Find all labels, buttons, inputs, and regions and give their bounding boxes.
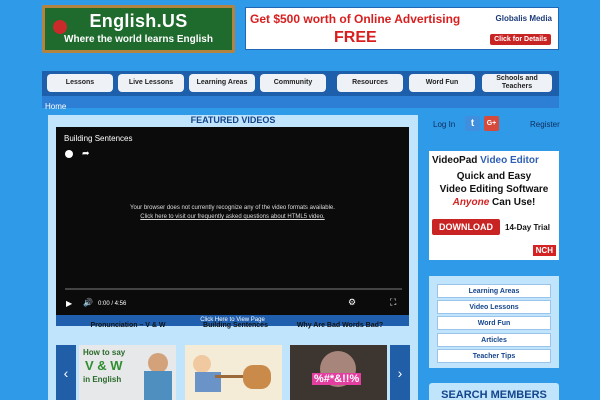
videopad-ad[interactable]: VideoPad Video Editor Quick and Easy Vid… [429, 151, 559, 260]
sidebar-item-articles[interactable]: Articles [437, 333, 551, 347]
logo-title: English.US [89, 11, 188, 31]
ad-anyone: Anyone [452, 197, 490, 208]
rope-icon [215, 375, 245, 378]
video-time: 0:00 / 4:56 [98, 301, 127, 307]
presenter-body [144, 371, 172, 400]
sidebar-item-teacher-tips[interactable]: Teacher Tips [437, 349, 551, 363]
share-icon[interactable]: ➦ [82, 148, 90, 159]
ad-download-button[interactable]: DOWNLOAD [432, 219, 500, 235]
next-arrow-icon[interactable]: › [390, 345, 410, 400]
main-nav: Lessons Live Lessons Learning Areas Comm… [42, 71, 559, 96]
banner-cta-button[interactable]: Click for Details [490, 34, 551, 45]
featured-heading: FEATURED VIDEOS [190, 115, 276, 125]
apple-icon [53, 20, 67, 34]
video-thumb-building-sentences[interactable] [185, 345, 282, 400]
video-faq-link[interactable]: Click here to visit our frequently asked… [56, 214, 409, 220]
nch-logo: NCH [532, 245, 556, 256]
nav-learning-areas[interactable]: Learning Areas [189, 74, 255, 92]
video-label-pronunciation[interactable]: Pronunciation – V & W [88, 322, 168, 329]
play-icon[interactable]: ▶ [66, 299, 72, 308]
censored-text: %#*&!!% [312, 373, 362, 385]
banner-free: FREE [334, 29, 377, 46]
banner-brand: Globalis Media [495, 14, 552, 23]
sidebar-item-word-fun[interactable]: Word Fun [437, 316, 551, 330]
breadcrumb-home[interactable]: Home [45, 102, 66, 111]
prev-arrow-icon[interactable]: ‹ [56, 345, 76, 400]
ad-product: Video Editor [480, 155, 539, 166]
sidebar-item-video-lessons[interactable]: Video Lessons [437, 300, 551, 314]
login-link[interactable]: Log In [433, 120, 455, 129]
ad-banner[interactable]: Get $500 worth of Online Advertising FRE… [245, 7, 559, 50]
thumb-text-line2: V & W [85, 358, 123, 373]
nav-schools-teachers[interactable]: Schools and Teachers [482, 74, 552, 92]
ad-can-use: Can Use! [492, 197, 536, 208]
ad-line3: Anyone Can Use! [429, 197, 559, 208]
fullscreen-icon[interactable]: ⛶ [390, 297, 396, 308]
sidebar-menu: Learning Areas Video Lessons Word Fun Ar… [429, 276, 559, 368]
ad-trial: 14-Day Trial [505, 223, 550, 232]
nav-lessons[interactable]: Lessons [47, 74, 113, 92]
twitter-icon[interactable]: t [465, 116, 480, 131]
video-label-building-sentences[interactable]: Building Sentences [188, 322, 283, 329]
video-thumb-pronunciation[interactable]: How to say V & W in English [79, 345, 176, 400]
logo-tagline: Where the world learns English [64, 34, 213, 45]
featured-videos-panel: FEATURED VIDEOS Building Sentences ➦ You… [48, 115, 418, 400]
thumb-text-line3: in English [83, 375, 122, 384]
cartoon-dog-icon [243, 365, 271, 389]
ad-title: VideoPad Video Editor [432, 155, 539, 166]
clock-icon[interactable] [65, 150, 73, 158]
register-link[interactable]: Register [530, 120, 560, 129]
search-members-heading: SEARCH MEMBERS [429, 383, 559, 400]
volume-icon[interactable]: 🔊 [83, 298, 93, 307]
ad-line2: Video Editing Software [439, 184, 549, 195]
nav-resources[interactable]: Resources [337, 74, 403, 92]
nav-community[interactable]: Community [260, 74, 326, 92]
presenter-figure [148, 353, 168, 373]
google-plus-icon[interactable]: G+ [484, 116, 499, 131]
video-error-message: Your browser does not currently recogniz… [130, 205, 335, 211]
nav-word-fun[interactable]: Word Fun [409, 74, 475, 92]
gear-icon[interactable]: ⚙ [348, 297, 356, 308]
progress-bar[interactable] [65, 288, 402, 290]
site-logo[interactable]: English.US Where the world learns Englis… [42, 5, 235, 53]
cartoon-man-icon [193, 355, 211, 373]
video-player[interactable]: Building Sentences ➦ Your browser does n… [56, 127, 409, 315]
nav-live-lessons[interactable]: Live Lessons [118, 74, 184, 92]
thumb-text-line1: How to say [83, 348, 126, 357]
breadcrumb: Home [42, 96, 559, 111]
ad-line1: Quick and Easy [456, 171, 532, 182]
video-thumb-bad-words[interactable]: %#*&!!% [290, 345, 387, 400]
video-title: Building Sentences [64, 134, 133, 143]
sidebar-item-learning-areas[interactable]: Learning Areas [437, 284, 551, 298]
banner-headline: Get $500 worth of Online Advertising [250, 12, 461, 26]
ad-brand: VideoPad [432, 155, 478, 166]
video-label-bad-words[interactable]: Why Are Bad Words Bad? [290, 322, 390, 329]
